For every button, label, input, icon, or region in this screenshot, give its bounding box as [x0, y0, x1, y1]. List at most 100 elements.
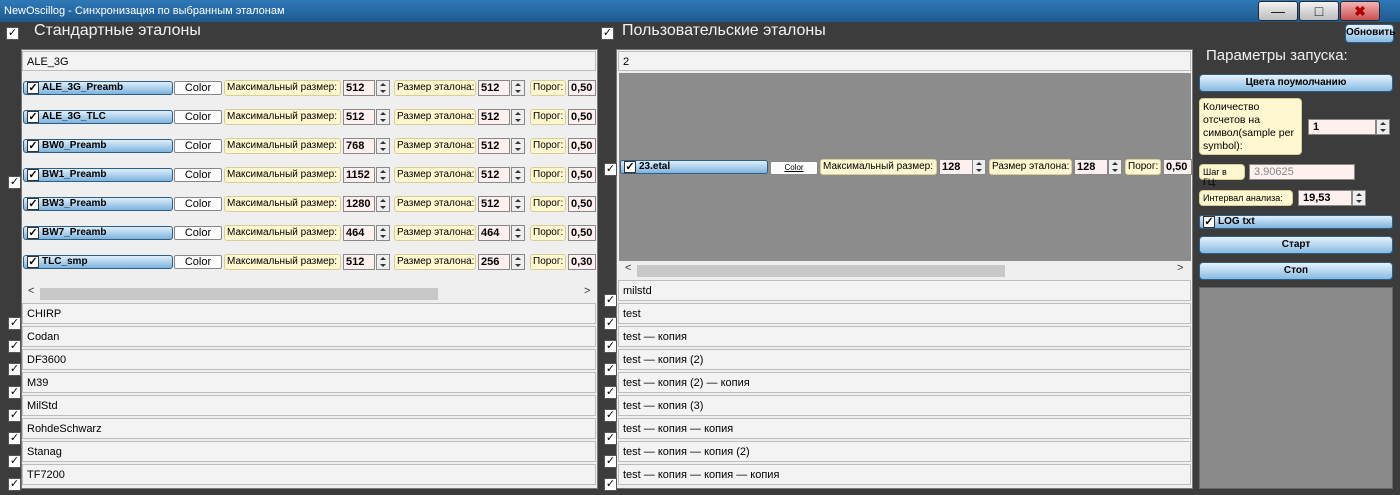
close-button[interactable]: ✖ — [1340, 1, 1380, 21]
std-color-button[interactable]: Color — [174, 197, 222, 211]
std-group-row[interactable]: M39 — [22, 372, 596, 393]
user-etalon-button[interactable]: ✓ 23.etal — [620, 160, 768, 174]
std-all-checkbox[interactable]: ✓ — [6, 27, 19, 40]
user-all-checkbox[interactable]: ✓ — [601, 27, 614, 40]
user-size-spinner[interactable] — [1108, 159, 1122, 175]
std-size-input[interactable]: 512 — [478, 80, 510, 96]
user-group-row[interactable]: test — копия (2) — копия — [618, 372, 1191, 393]
std-size-spinner[interactable] — [511, 225, 525, 241]
std-max-input[interactable]: 512 — [343, 109, 375, 125]
user-group-row[interactable]: test — копия — [618, 326, 1191, 347]
samples-spinner[interactable] — [1376, 119, 1390, 135]
std-size-spinner[interactable] — [511, 80, 525, 96]
std-max-spinner[interactable] — [376, 138, 390, 154]
std-group-checkbox[interactable]: ✓ — [8, 409, 21, 422]
user-group-row[interactable]: test — копия (3) — [618, 395, 1191, 416]
std-etalon-button[interactable]: ✓ BW1_Preamb — [23, 168, 173, 182]
std-size-input[interactable]: 512 — [478, 196, 510, 212]
std-max-spinner[interactable] — [376, 109, 390, 125]
std-max-input[interactable]: 464 — [343, 225, 375, 241]
std-group-row[interactable]: RohdeSchwarz — [22, 418, 596, 439]
user-group-row[interactable]: milstd — [618, 280, 1191, 301]
std-size-spinner[interactable] — [511, 138, 525, 154]
user-group-checkbox[interactable]: ✓ — [604, 317, 617, 330]
user-group-checkbox[interactable]: ✓ — [604, 409, 617, 422]
std-etalon-checkbox[interactable]: ✓ — [27, 169, 39, 181]
std-max-input[interactable]: 512 — [343, 80, 375, 96]
std-group-row[interactable]: Stanag — [22, 441, 596, 462]
user-group-2-checkbox[interactable]: ✓ — [604, 163, 617, 176]
std-size-spinner[interactable] — [511, 254, 525, 270]
std-scroll-thumb[interactable] — [40, 288, 438, 300]
std-size-spinner[interactable] — [511, 196, 525, 212]
std-etalon-button[interactable]: ✓ BW3_Preamb — [23, 197, 173, 211]
user-group-checkbox[interactable]: ✓ — [604, 386, 617, 399]
user-group-row[interactable]: test — копия (2) — [618, 349, 1191, 370]
std-size-input[interactable]: 512 — [478, 167, 510, 183]
std-threshold-input[interactable]: 0,50 — [568, 138, 596, 154]
samples-input[interactable]: 1 — [1308, 119, 1376, 135]
user-group-checkbox[interactable]: ✓ — [604, 340, 617, 353]
std-etalon-checkbox[interactable]: ✓ — [27, 140, 39, 152]
std-etalon-checkbox[interactable]: ✓ — [27, 256, 39, 268]
std-group-checkbox[interactable]: ✓ — [8, 340, 21, 353]
std-color-button[interactable]: Color — [174, 168, 222, 182]
std-size-spinner[interactable] — [511, 109, 525, 125]
std-group-checkbox[interactable]: ✓ — [8, 386, 21, 399]
user-etalon-checkbox[interactable]: ✓ — [624, 161, 636, 173]
std-max-spinner[interactable] — [376, 254, 390, 270]
std-max-input[interactable]: 1280 — [343, 196, 375, 212]
std-group-row[interactable]: MilStd — [22, 395, 596, 416]
std-etalon-checkbox[interactable]: ✓ — [27, 198, 39, 210]
std-color-button[interactable]: Color — [174, 81, 222, 95]
std-size-input[interactable]: 464 — [478, 225, 510, 241]
std-group-checkbox[interactable]: ✓ — [8, 455, 21, 468]
std-max-spinner[interactable] — [376, 225, 390, 241]
std-group-row[interactable]: DF3600 — [22, 349, 596, 370]
scroll-left-icon[interactable]: < — [625, 262, 631, 274]
interval-spinner[interactable] — [1352, 190, 1366, 206]
std-max-input[interactable]: 768 — [343, 138, 375, 154]
std-etalon-button[interactable]: ✓ BW0_Preamb — [23, 139, 173, 153]
user-hscrollbar[interactable]: < > — [619, 261, 1191, 277]
user-max-spinner[interactable] — [972, 159, 986, 175]
user-size-input[interactable]: 128 — [1074, 159, 1108, 175]
start-button[interactable]: Старт — [1199, 236, 1393, 254]
std-color-button[interactable]: Color — [174, 255, 222, 269]
std-group-checkbox[interactable]: ✓ — [8, 317, 21, 330]
user-group-checkbox[interactable]: ✓ — [604, 432, 617, 445]
std-max-input[interactable]: 512 — [343, 254, 375, 270]
std-etalon-button[interactable]: ✓ ALE_3G_Preamb — [23, 81, 173, 95]
std-max-spinner[interactable] — [376, 80, 390, 96]
user-group-checkbox[interactable]: ✓ — [604, 294, 617, 307]
log-toggle[interactable]: ✓ LOG txt — [1199, 215, 1393, 229]
std-size-input[interactable]: 512 — [478, 138, 510, 154]
minimize-button[interactable]: — — [1258, 1, 1298, 21]
scroll-right-icon[interactable]: > — [584, 285, 590, 297]
std-group-checkbox[interactable]: ✓ — [8, 432, 21, 445]
refresh-button[interactable]: Обновить — [1345, 24, 1395, 43]
user-scroll-thumb[interactable] — [637, 265, 1005, 277]
std-etalon-checkbox[interactable]: ✓ — [27, 111, 39, 123]
std-group-checkbox[interactable]: ✓ — [8, 478, 21, 491]
user-group-row[interactable]: test — копия — копия (2) — [618, 441, 1191, 462]
maximize-button[interactable]: □ — [1299, 1, 1339, 21]
std-color-button[interactable]: Color — [174, 110, 222, 124]
user-group-checkbox[interactable]: ✓ — [604, 455, 617, 468]
std-threshold-input[interactable]: 0,50 — [568, 196, 596, 212]
std-group-row[interactable]: TF7200 — [22, 464, 596, 485]
std-color-button[interactable]: Color — [174, 226, 222, 240]
user-group-2[interactable]: 2 — [618, 51, 1191, 71]
std-size-input[interactable]: 512 — [478, 109, 510, 125]
user-group-row[interactable]: test — [618, 303, 1191, 324]
std-threshold-input[interactable]: 0,30 — [568, 254, 596, 270]
log-checkbox[interactable]: ✓ — [1203, 216, 1215, 228]
user-color-button[interactable]: Color — [770, 161, 818, 175]
interval-input[interactable]: 19,53 — [1298, 190, 1352, 206]
std-group-row[interactable]: CHIRP — [22, 303, 596, 324]
std-group-ale3g-checkbox[interactable]: ✓ — [8, 176, 21, 189]
std-threshold-input[interactable]: 0,50 — [568, 167, 596, 183]
user-group-row[interactable]: test — копия — копия — копия — [618, 464, 1191, 485]
std-size-spinner[interactable] — [511, 167, 525, 183]
user-group-checkbox[interactable]: ✓ — [604, 363, 617, 376]
